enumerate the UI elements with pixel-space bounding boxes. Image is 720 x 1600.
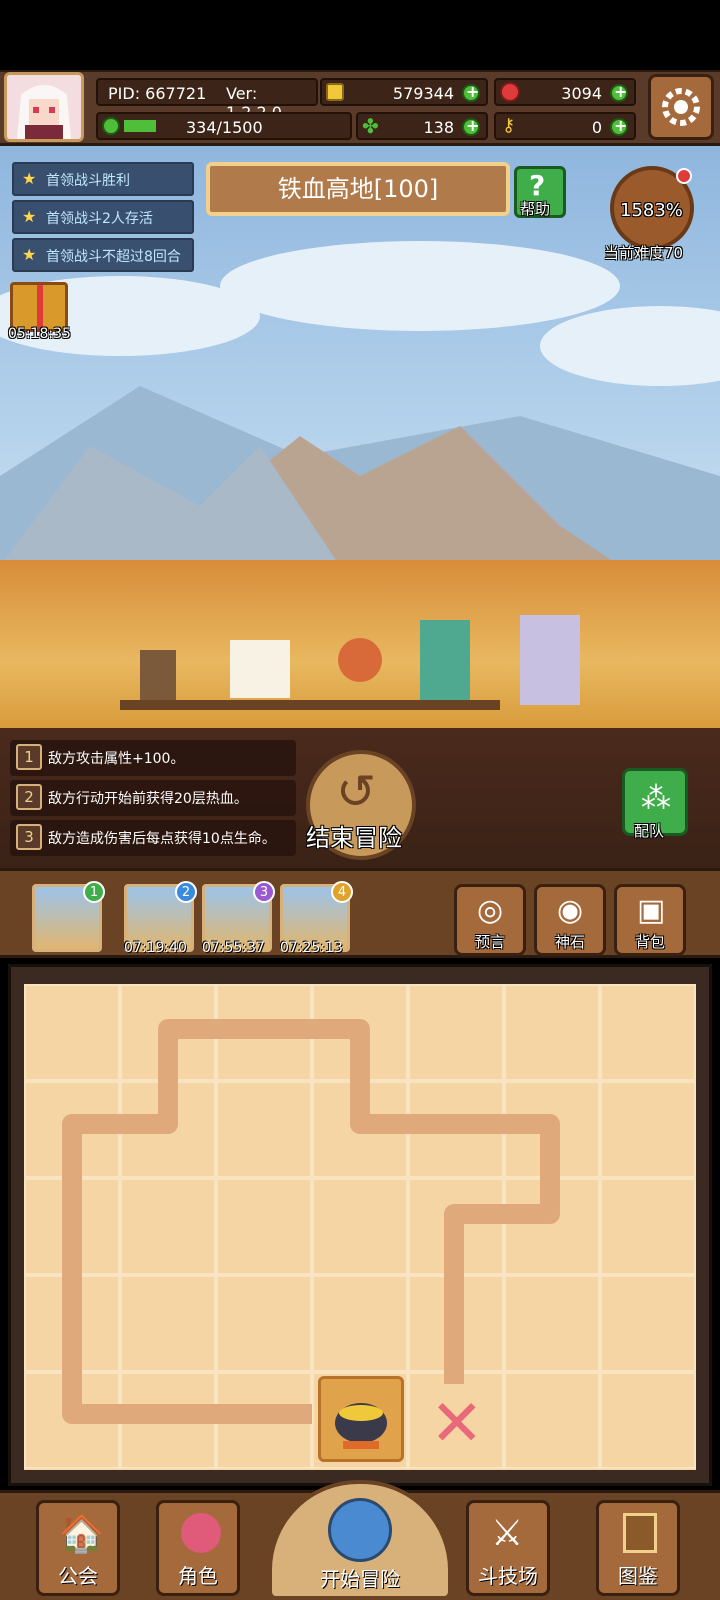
mission-text: 首领战斗胜利 <box>46 173 130 189</box>
card-number: 3 <box>253 881 275 903</box>
destination-x-mark: ✕ <box>430 1387 484 1461</box>
add-clover-button[interactable] <box>462 116 480 136</box>
party-characters <box>120 615 580 710</box>
nav-arena-label: 斗技场 <box>478 1564 538 1588</box>
card-number: 4 <box>331 881 353 903</box>
nav-codex[interactable]: 图鉴 <box>596 1500 680 1596</box>
key-amount: 0 <box>591 118 602 137</box>
nav-guild[interactable]: 🏠 公会 <box>36 1500 120 1596</box>
clover-counter: ✤ 138 <box>356 112 488 140</box>
gold-amount: 579344 <box>392 84 454 103</box>
mission-item: ★ 首领战斗2人存活 <box>12 200 194 234</box>
gift-timer: 05:18:35 <box>8 326 71 342</box>
nav-character[interactable]: 角色 <box>156 1500 240 1596</box>
add-gem-button[interactable] <box>610 82 628 102</box>
nav-guild-label: 公会 <box>58 1564 98 1588</box>
help-label: 帮助 <box>520 200 551 218</box>
card-timer: 07:55:37 <box>202 940 265 956</box>
crystal-ball-icon: ◎ <box>477 893 504 928</box>
gold-counter: 579344 <box>320 78 488 106</box>
pid-text: PID: 667721 <box>108 84 207 103</box>
stamina-value: 334/1500 <box>186 118 263 137</box>
nav-arena[interactable]: ⚔ 斗技场 <box>466 1500 550 1596</box>
mission-item: ★ 首领战斗胜利 <box>12 162 194 196</box>
nav-codex-label: 图鉴 <box>618 1564 658 1588</box>
key-counter: ⚷ 0 <box>494 112 636 140</box>
gem-amount: 3094 <box>561 84 602 103</box>
stage-title: 铁血高地[100] <box>206 162 510 216</box>
gift-box-icon[interactable] <box>10 282 68 332</box>
team-icon: ⁂ <box>641 781 671 816</box>
mission-text: 首领战斗2人存活 <box>46 211 153 227</box>
stone-icon: ◉ <box>557 893 584 928</box>
buff-number: 3 <box>16 824 42 850</box>
gear-icon <box>662 88 700 126</box>
cooking-pot-icon <box>335 1403 387 1449</box>
return-arrow-icon: ↺ <box>336 764 377 820</box>
gift-ribbon <box>37 285 43 329</box>
star-icon: ★ <box>22 169 37 188</box>
card-timer: 07:19:40 <box>124 940 187 956</box>
prophecy-button[interactable]: ◎ 预言 <box>454 884 526 956</box>
buff-text: 敌方攻击属性+100。 <box>48 751 185 767</box>
mission-text: 首领战斗不超过8回合 <box>46 249 181 265</box>
divine-stone-button[interactable]: ◉ 神石 <box>534 884 606 956</box>
globe-magnifier-icon <box>328 1498 392 1562</box>
character-face-icon <box>181 1513 221 1553</box>
add-gold-button[interactable] <box>462 82 480 102</box>
player-avatar[interactable] <box>4 72 84 142</box>
mission-item: ★ 首领战斗不超过8回合 <box>12 238 194 272</box>
notification-dot <box>676 168 692 184</box>
difficulty-label: 当前难度70 <box>604 244 684 262</box>
card-timer: 07:25:13 <box>280 940 343 956</box>
key-icon: ⚷ <box>502 115 516 136</box>
crossed-swords-icon: ⚔ <box>491 1513 524 1554</box>
stamina-bar: 334/1500 <box>96 112 352 140</box>
card-strip <box>0 868 720 958</box>
difficulty-percent: 1583% <box>620 200 683 221</box>
avatar-portrait-icon <box>7 75 81 139</box>
team-label: 配队 <box>634 822 665 840</box>
buff-text: 敌方造成伤害后每点获得10点生命。 <box>48 831 276 847</box>
card-number: 2 <box>175 881 197 903</box>
enemy-buff-item: 3 敌方造成伤害后每点获得10点生命。 <box>10 820 296 856</box>
gold-coin-icon <box>326 83 344 101</box>
clover-amount: 138 <box>423 118 454 137</box>
prophecy-label: 预言 <box>475 933 506 951</box>
star-icon: ★ <box>22 245 37 264</box>
buff-number: 2 <box>16 784 42 810</box>
player-info-box: PID: 667721 Ver: 1.2.2.0 <box>96 78 318 122</box>
map-card[interactable]: 1 <box>32 881 105 952</box>
enemy-buff-item: 2 敌方行动开始前获得20层热血。 <box>10 780 296 816</box>
add-key-button[interactable] <box>610 116 628 136</box>
enemy-buff-item: 1 敌方攻击属性+100。 <box>10 740 296 776</box>
backpack-button[interactable]: ▣ 背包 <box>614 884 686 956</box>
nav-character-label: 角色 <box>178 1564 218 1588</box>
star-icon: ★ <box>22 207 37 226</box>
difficulty-badge[interactable]: 1583% <box>610 166 694 250</box>
stamina-icon <box>102 117 120 135</box>
stamina-fill <box>124 120 156 132</box>
divine-stone-label: 神石 <box>555 933 586 951</box>
backpack-label: 背包 <box>635 933 666 951</box>
card-number: 1 <box>83 881 105 903</box>
buff-number: 1 <box>16 744 42 770</box>
cooking-pot-tile[interactable] <box>318 1376 404 1462</box>
status-bar <box>0 0 720 70</box>
settings-button[interactable] <box>648 74 714 140</box>
start-adventure-label: 开始冒险 <box>320 1567 400 1591</box>
desert-ground <box>0 560 720 730</box>
book-icon <box>623 1513 657 1553</box>
guild-building-icon: 🏠 <box>59 1514 104 1555</box>
backpack-icon: ▣ <box>637 893 666 928</box>
clover-icon: ✤ <box>362 114 379 138</box>
end-adventure-label: 结束冒险 <box>306 824 402 852</box>
gem-counter: 3094 <box>494 78 636 106</box>
buff-text: 敌方行动开始前获得20层热血。 <box>48 791 248 807</box>
red-gem-icon <box>500 82 520 102</box>
